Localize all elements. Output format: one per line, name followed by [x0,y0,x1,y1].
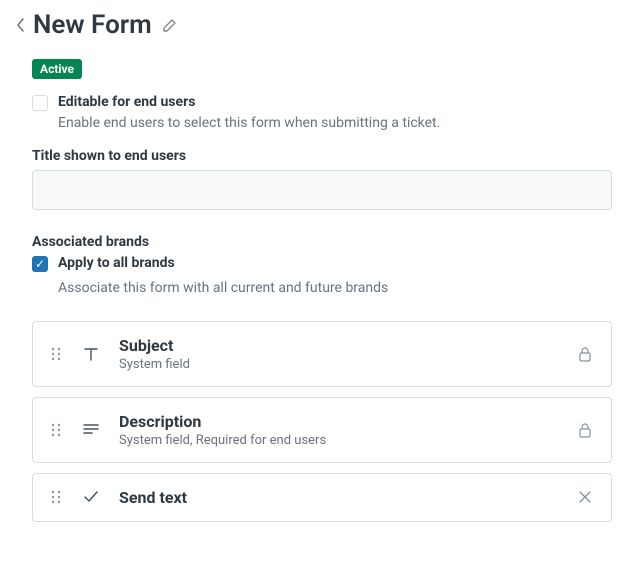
drag-handle-icon[interactable] [49,489,63,505]
editable-label: Editable for end users [58,93,440,113]
apply-all-brands-checkbox[interactable]: ✓ [32,256,48,272]
back-chevron-icon[interactable] [16,17,25,33]
apply-all-brands-label: Apply to all brands [58,254,175,274]
title-input[interactable] [32,170,612,210]
field-card[interactable]: Description System field, Required for e… [32,397,612,463]
status-badge: Active [32,59,82,79]
drag-handle-icon[interactable] [49,422,63,438]
text-field-icon [81,345,101,363]
associated-brands-label: Associated brands [32,234,628,250]
field-name: Send text [119,488,557,507]
field-card[interactable]: Send text [32,473,612,522]
remove-field-icon[interactable] [575,490,595,504]
drag-handle-icon[interactable] [49,346,63,362]
editable-checkbox[interactable] [32,95,48,111]
field-name: Description [119,412,557,431]
multiline-field-icon [81,421,101,439]
checkmark-icon: ✓ [35,258,45,270]
field-name: Subject [119,336,557,355]
field-meta: System field, Required for end users [119,433,557,448]
lock-icon [575,346,595,362]
title-field-label: Title shown to end users [32,148,628,164]
field-meta: System field [119,357,557,372]
check-field-icon [81,488,101,506]
lock-icon [575,422,595,438]
field-card[interactable]: Subject System field [32,321,612,387]
page-title: New Form [33,10,152,40]
editable-helper: Enable end users to select this form whe… [58,113,440,134]
apply-all-brands-helper: Associate this form with all current and… [58,279,628,299]
edit-title-icon[interactable] [162,17,178,33]
